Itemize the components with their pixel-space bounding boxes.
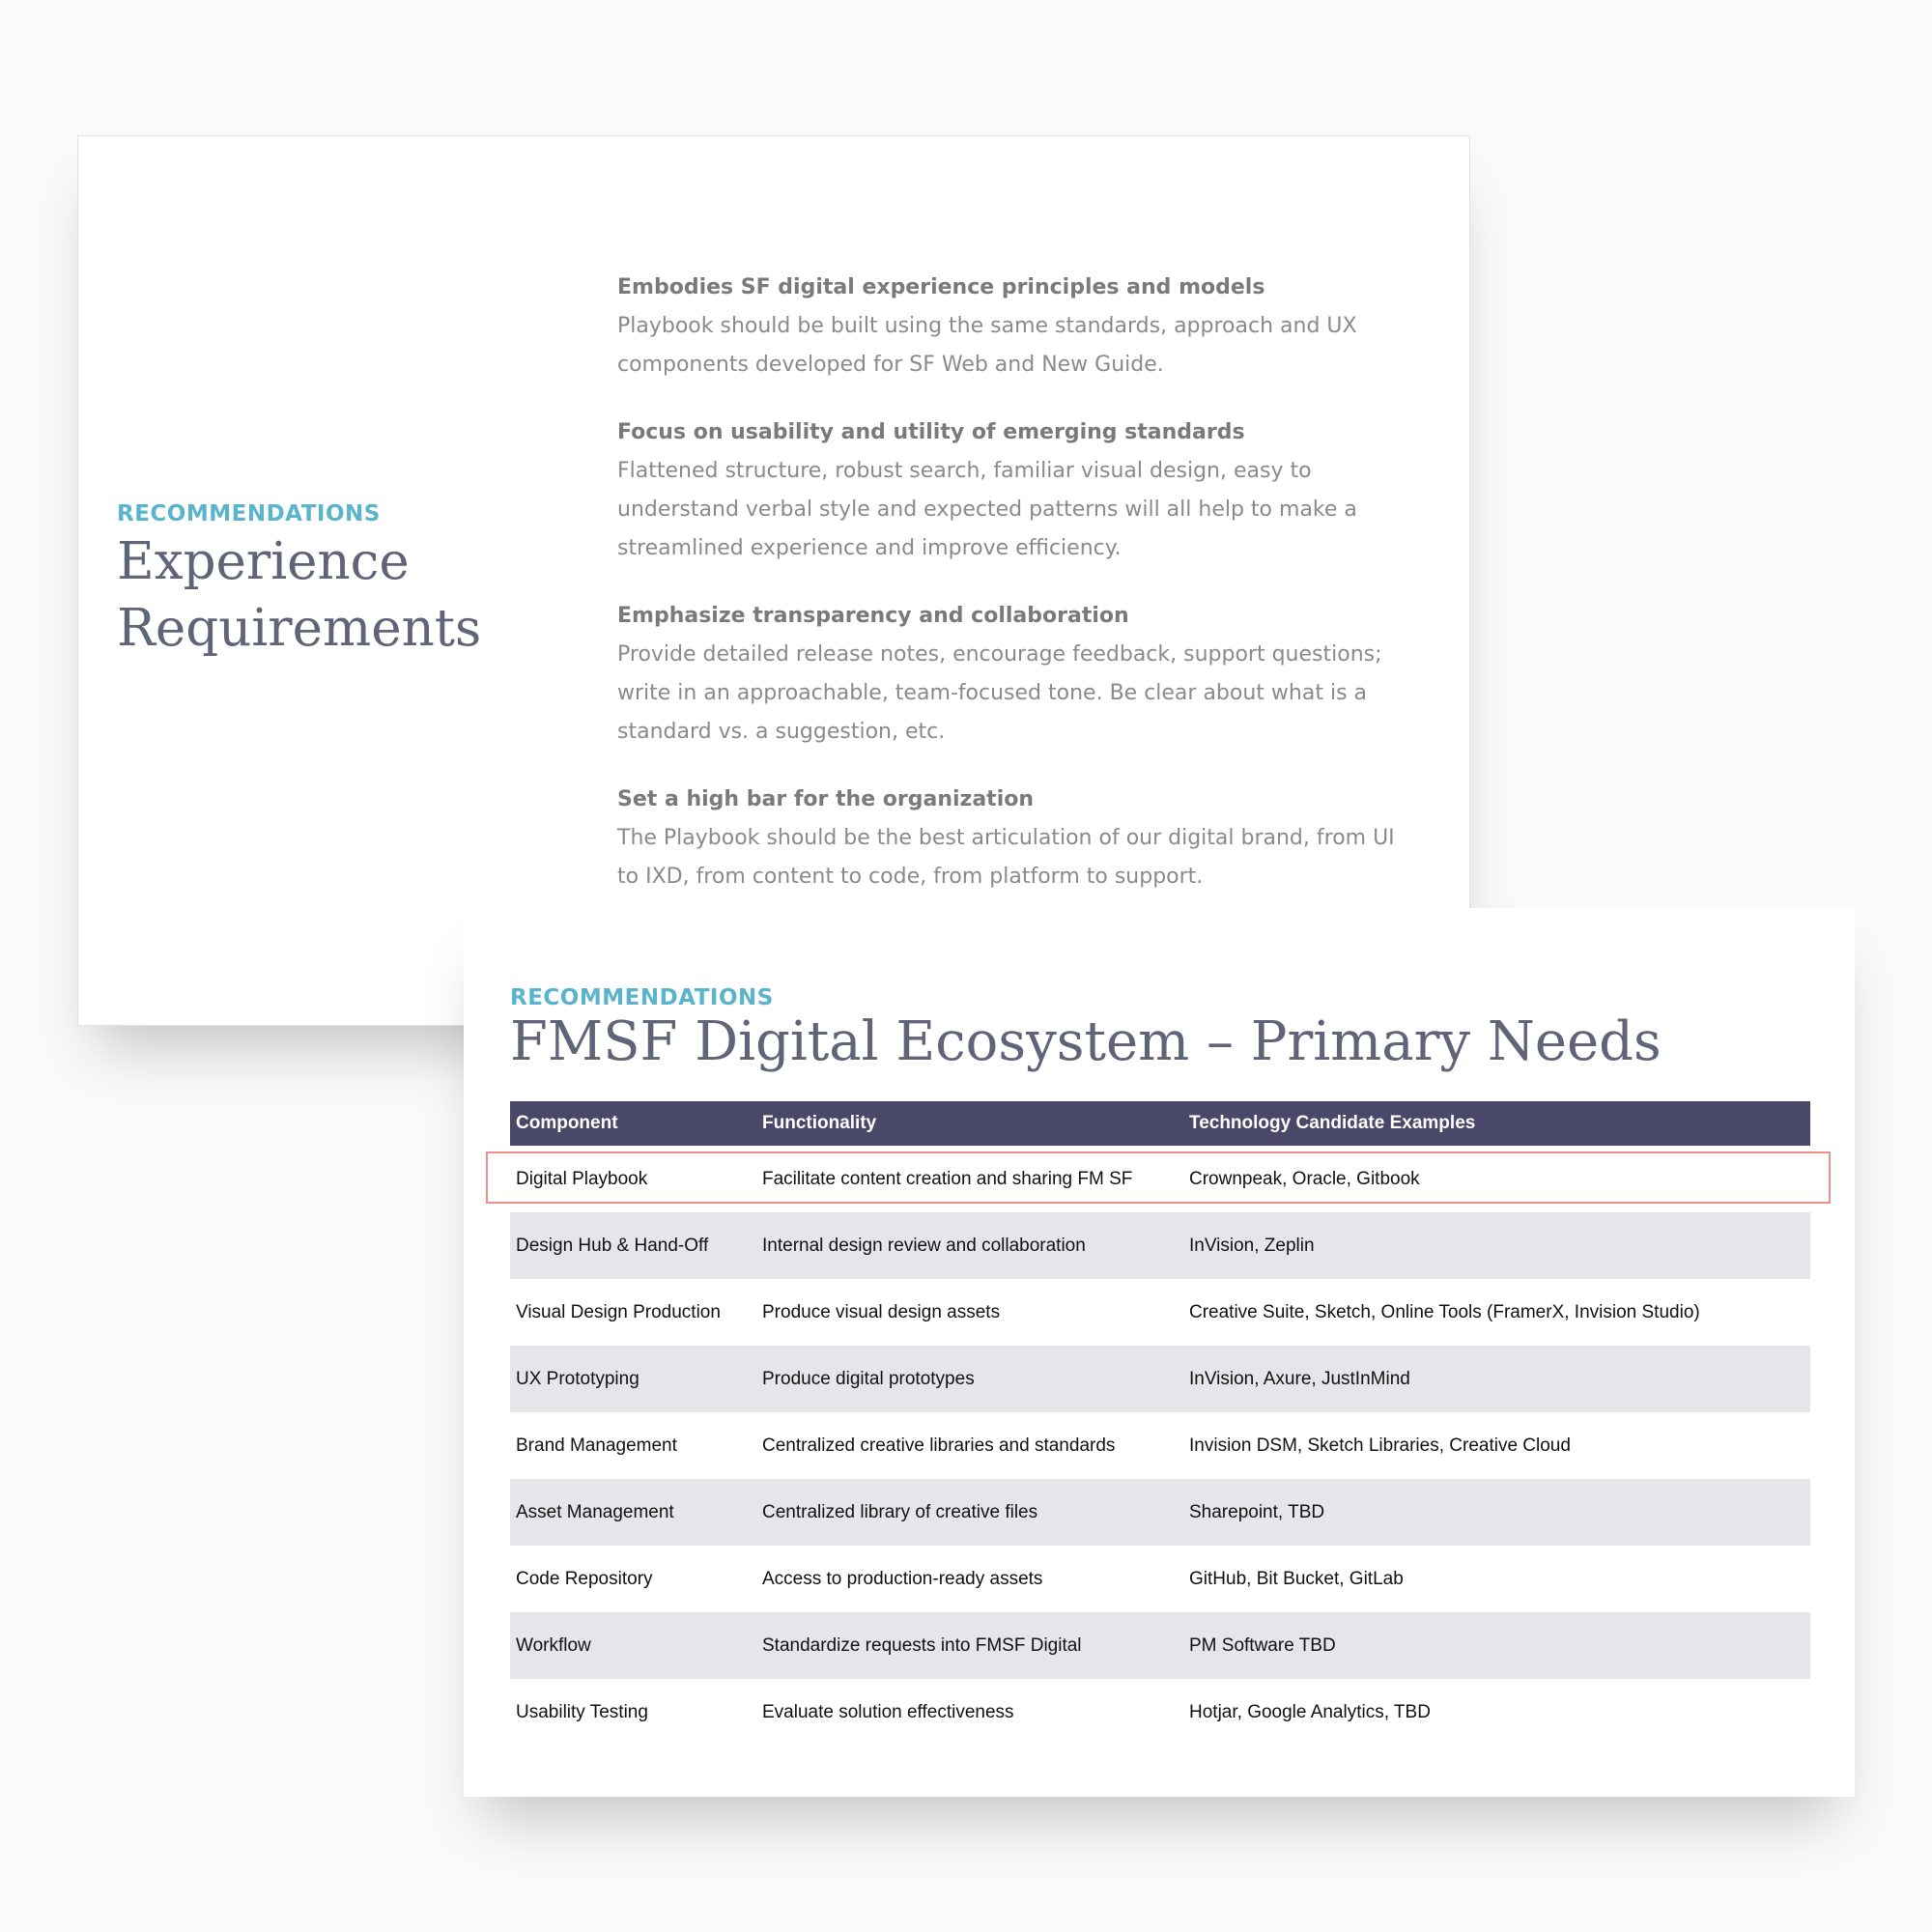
principles-list: Embodies SF digital experience principle…: [617, 269, 1409, 925]
cell-technology: PM Software TBD: [1183, 1612, 1810, 1679]
cell-technology: GitHub, Bit Bucket, GitLab: [1189, 1568, 1404, 1589]
principle-item: Embodies SF digital experience principle…: [617, 269, 1409, 384]
cell-functionality: Produce digital prototypes: [756, 1346, 1183, 1412]
table-row: Digital Playbook Facilitate content crea…: [510, 1146, 1810, 1212]
slide-digital-ecosystem: RECOMMENDATIONS FMSF Digital Ecosystem –…: [464, 908, 1855, 1797]
principle-item: Set a high bar for the organization The …: [617, 781, 1409, 896]
principle-text: Provide detailed release notes, encourag…: [617, 642, 1382, 744]
table-row: Workflow Standardize requests into FMSF …: [510, 1612, 1810, 1679]
slide1-kicker: RECOMMENDATIONS: [117, 501, 381, 526]
table-row: Brand Management Centralized creative li…: [510, 1412, 1810, 1479]
cell-technology: Crownpeak, Oracle, Gitbook: [1189, 1168, 1420, 1189]
cell-component: Workflow: [510, 1612, 756, 1679]
slide-experience-requirements: RECOMMENDATIONS Experience Requirements …: [77, 135, 1470, 1026]
cell-functionality: Internal design review and collaboration: [756, 1212, 1183, 1279]
slide1-title: Experience Requirements: [117, 532, 482, 658]
principle-text: Playbook should be built using the same …: [617, 314, 1357, 377]
cell-component: Code Repository: [516, 1568, 653, 1589]
cell-functionality: Standardize requests into FMSF Digital: [756, 1612, 1183, 1679]
cell-component: UX Prototyping: [510, 1346, 756, 1412]
cell-functionality: Access to production-ready assets: [762, 1568, 1043, 1589]
cell-technology: InVision, Zeplin: [1183, 1212, 1810, 1279]
slide2-title: FMSF Digital Ecosystem – Primary Needs: [510, 1010, 1662, 1073]
cell-technology: Creative Suite, Sketch, Online Tools (Fr…: [1189, 1301, 1700, 1322]
ecosystem-table: Component Functionality Technology Candi…: [510, 1101, 1810, 1746]
table-row: Usability Testing Evaluate solution effe…: [510, 1679, 1810, 1746]
cell-component: Brand Management: [516, 1435, 677, 1456]
cell-technology: Invision DSM, Sketch Libraries, Creative…: [1189, 1435, 1571, 1456]
table-row: UX Prototyping Produce digital prototype…: [510, 1346, 1810, 1412]
header-component: Component: [510, 1101, 756, 1146]
cell-component: Usability Testing: [516, 1701, 648, 1722]
cell-technology: Sharepoint, TBD: [1183, 1479, 1810, 1546]
principle-text: Flattened structure, robust search, fami…: [617, 459, 1357, 560]
principle-heading: Set a high bar for the organization: [617, 787, 1035, 811]
cell-functionality: Centralized creative libraries and stand…: [762, 1435, 1116, 1456]
cell-technology: InVision, Axure, JustInMind: [1183, 1346, 1810, 1412]
principle-text: The Playbook should be the best articula…: [617, 826, 1395, 889]
principle-heading: Embodies SF digital experience principle…: [617, 275, 1265, 299]
table-header: Component Functionality Technology Candi…: [510, 1101, 1810, 1146]
table-row: Visual Design Production Produce visual …: [510, 1279, 1810, 1346]
principle-item: Emphasize transparency and collaboration…: [617, 597, 1409, 752]
principle-heading: Focus on usability and utility of emergi…: [617, 420, 1245, 444]
cell-technology: Hotjar, Google Analytics, TBD: [1189, 1701, 1431, 1722]
cell-functionality: Facilitate content creation and sharing …: [762, 1168, 1133, 1189]
cell-functionality: Produce visual design assets: [762, 1301, 1001, 1322]
principle-heading: Emphasize transparency and collaboration: [617, 604, 1129, 628]
table-body: Digital Playbook Facilitate content crea…: [510, 1146, 1810, 1746]
cell-functionality: Centralized library of creative files: [756, 1479, 1183, 1546]
table-row: Asset Management Centralized library of …: [510, 1479, 1810, 1546]
cell-component: Visual Design Production: [516, 1301, 721, 1322]
table-header-row: Component Functionality Technology Candi…: [510, 1101, 1810, 1146]
cell-component: Digital Playbook: [516, 1168, 648, 1189]
cell-component: Design Hub & Hand-Off: [510, 1212, 756, 1279]
table-row: Design Hub & Hand-Off Internal design re…: [510, 1212, 1810, 1279]
slide2-kicker: RECOMMENDATIONS: [510, 985, 774, 1010]
principle-item: Focus on usability and utility of emergi…: [617, 413, 1409, 568]
cell-component: Asset Management: [510, 1479, 756, 1546]
header-technology: Technology Candidate Examples: [1183, 1101, 1810, 1146]
table-row: Code Repository Access to production-rea…: [510, 1546, 1810, 1612]
header-functionality: Functionality: [756, 1101, 1183, 1146]
cell-functionality: Evaluate solution effectiveness: [762, 1701, 1014, 1722]
